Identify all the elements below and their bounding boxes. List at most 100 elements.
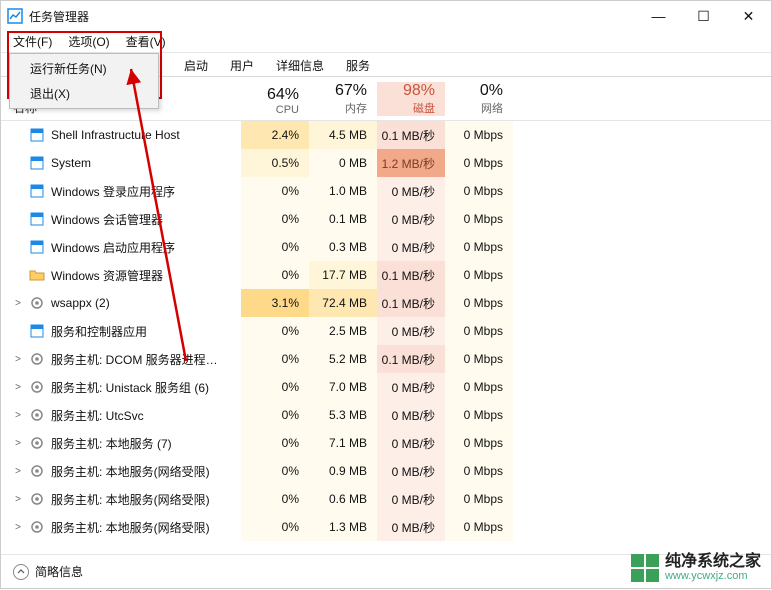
memory-cell: 4.5 MB <box>309 121 377 149</box>
expand-toggle[interactable]: > <box>13 410 23 421</box>
disk-cell: 0 MB/秒 <box>377 205 445 233</box>
process-row[interactable]: Windows 资源管理器0%17.7 MB0.1 MB/秒0 Mbps <box>1 261 771 289</box>
process-row[interactable]: > 服务主机: 本地服务 (7) 0%7.1 MB0 MB/秒0 Mbps <box>1 429 771 457</box>
process-name: 服务主机: Unistack 服务组 (6) <box>51 379 209 396</box>
maximize-button[interactable]: ☐ <box>681 1 726 31</box>
window-title: 任务管理器 <box>29 8 89 25</box>
disk-cell: 0 MB/秒 <box>377 429 445 457</box>
menu-file[interactable]: 文件(F) <box>5 31 60 52</box>
memory-cell: 2.5 MB <box>309 317 377 345</box>
process-row[interactable]: >服务主机: 本地服务(网络受限)0%0.9 MB0 MB/秒0 Mbps <box>1 457 771 485</box>
memory-cell: 7.0 MB <box>309 373 377 401</box>
expand-toggle[interactable]: > <box>13 466 23 477</box>
memory-usage-pct: 67% <box>309 82 367 100</box>
disk-cell: 0.1 MB/秒 <box>377 345 445 373</box>
process-name-cell: 服务和控制器应用 <box>1 323 241 340</box>
process-name: 服务和控制器应用 <box>51 323 147 340</box>
menu-options[interactable]: 选项(O) <box>60 31 117 52</box>
column-cpu[interactable]: 64% CPU <box>241 86 309 116</box>
menu-view[interactable]: 查看(V) <box>118 31 174 52</box>
cpu-label: CPU <box>241 104 299 116</box>
process-icon <box>29 267 45 283</box>
process-name: Windows 登录应用程序 <box>51 183 175 200</box>
expand-toggle[interactable]: > <box>13 522 23 533</box>
process-row[interactable]: >服务主机: Unistack 服务组 (6)0%7.0 MB0 MB/秒0 M… <box>1 373 771 401</box>
disk-cell: 0.1 MB/秒 <box>377 261 445 289</box>
network-cell: 0 Mbps <box>445 345 513 373</box>
process-name: 服务主机: 本地服务(网络受限) <box>51 491 210 508</box>
process-row[interactable]: >wsappx (2)3.1%72.4 MB0.1 MB/秒0 Mbps <box>1 289 771 317</box>
disk-usage-pct: 98% <box>377 82 435 100</box>
cpu-cell: 0% <box>241 485 309 513</box>
process-row[interactable]: >服务主机: DCOM 服务器进程…0%5.2 MB0.1 MB/秒0 Mbps <box>1 345 771 373</box>
expand-toggle[interactable]: > <box>13 494 23 505</box>
close-button[interactable]: ✕ <box>726 1 771 31</box>
window-titlebar: 任务管理器 — ☐ ✕ <box>1 1 771 31</box>
cpu-cell: 0% <box>241 177 309 205</box>
process-name-cell: > 服务主机: 本地服务 (7) <box>1 435 241 452</box>
process-name-cell: > 服务主机: 本地服务(网络受限) <box>1 491 241 508</box>
memory-cell: 5.3 MB <box>309 401 377 429</box>
process-row[interactable]: Windows 登录应用程序0%1.0 MB0 MB/秒0 Mbps <box>1 177 771 205</box>
column-network[interactable]: 0% 网络 <box>445 82 513 116</box>
watermark-brand: 纯净系统之家 <box>665 554 761 570</box>
process-row[interactable]: Shell Infrastructure Host2.4%4.5 MB0.1 M… <box>1 121 771 149</box>
process-icon <box>29 435 45 451</box>
process-row[interactable]: >服务主机: 本地服务(网络受限)0%1.3 MB0 MB/秒0 Mbps <box>1 513 771 541</box>
expand-toggle[interactable]: > <box>13 382 23 393</box>
process-row[interactable]: 服务和控制器应用0%2.5 MB0 MB/秒0 Mbps <box>1 317 771 345</box>
column-disk[interactable]: 98% 磁盘 <box>377 82 445 116</box>
process-name-cell: Windows 会话管理器 <box>1 211 241 228</box>
process-name-cell: >服务主机: DCOM 服务器进程… <box>1 351 241 368</box>
process-row[interactable]: >服务主机: 本地服务(网络受限)0%0.6 MB0 MB/秒0 Mbps <box>1 485 771 513</box>
process-icon <box>29 155 45 171</box>
network-cell: 0 Mbps <box>445 429 513 457</box>
cpu-cell: 0% <box>241 401 309 429</box>
disk-cell: 0 MB/秒 <box>377 401 445 429</box>
cpu-cell: 0% <box>241 429 309 457</box>
process-icon <box>29 519 45 535</box>
process-icon <box>29 127 45 143</box>
process-name-cell: > 服务主机: 本地服务(网络受限) <box>1 519 241 536</box>
process-name: 服务主机: 本地服务(网络受限) <box>51 519 210 536</box>
cpu-cell: 0% <box>241 261 309 289</box>
expand-toggle[interactable]: > <box>13 354 23 365</box>
menu-exit[interactable]: 退出(X) <box>10 81 158 106</box>
expand-toggle[interactable]: > <box>13 438 23 449</box>
process-row[interactable]: >服务主机: UtcSvc0%5.3 MB0 MB/秒0 Mbps <box>1 401 771 429</box>
disk-cell: 0.1 MB/秒 <box>377 289 445 317</box>
memory-cell: 7.1 MB <box>309 429 377 457</box>
minimize-button[interactable]: — <box>636 1 681 31</box>
process-row[interactable]: Windows 启动应用程序0%0.3 MB0 MB/秒0 Mbps <box>1 233 771 261</box>
process-name: 服务主机: 本地服务 (7) <box>51 435 172 452</box>
tab-services[interactable]: 服务 <box>335 53 381 77</box>
process-list[interactable]: Shell Infrastructure Host2.4%4.5 MB0.1 M… <box>1 121 771 549</box>
memory-cell: 0 MB <box>309 149 377 177</box>
network-cell: 0 Mbps <box>445 205 513 233</box>
disk-cell: 0 MB/秒 <box>377 317 445 345</box>
cpu-cell: 0% <box>241 317 309 345</box>
tab-startup[interactable]: 启动 <box>173 53 219 77</box>
memory-label: 内存 <box>309 100 367 116</box>
process-icon <box>29 491 45 507</box>
process-icon <box>29 463 45 479</box>
fewer-details-link[interactable]: 简略信息 <box>35 563 83 580</box>
process-name-cell: Shell Infrastructure Host <box>1 127 241 143</box>
chevron-up-icon[interactable] <box>13 564 29 580</box>
column-memory[interactable]: 67% 内存 <box>309 82 377 116</box>
expand-toggle[interactable]: > <box>13 298 23 309</box>
process-icon <box>29 351 45 367</box>
process-row[interactable]: Windows 会话管理器0%0.1 MB0 MB/秒0 Mbps <box>1 205 771 233</box>
watermark-url: www.ycwxjz.com <box>665 570 761 582</box>
process-name-cell: Windows 登录应用程序 <box>1 183 241 200</box>
memory-cell: 17.7 MB <box>309 261 377 289</box>
memory-cell: 1.0 MB <box>309 177 377 205</box>
network-cell: 0 Mbps <box>445 261 513 289</box>
cpu-cell: 0.5% <box>241 149 309 177</box>
process-row[interactable]: System0.5%0 MB1.2 MB/秒0 Mbps <box>1 149 771 177</box>
cpu-usage-pct: 64% <box>241 86 299 104</box>
cpu-cell: 0% <box>241 457 309 485</box>
menu-run-new-task[interactable]: 运行新任务(N) <box>10 56 158 81</box>
tab-details[interactable]: 详细信息 <box>265 53 335 77</box>
tab-users[interactable]: 用户 <box>219 53 265 77</box>
